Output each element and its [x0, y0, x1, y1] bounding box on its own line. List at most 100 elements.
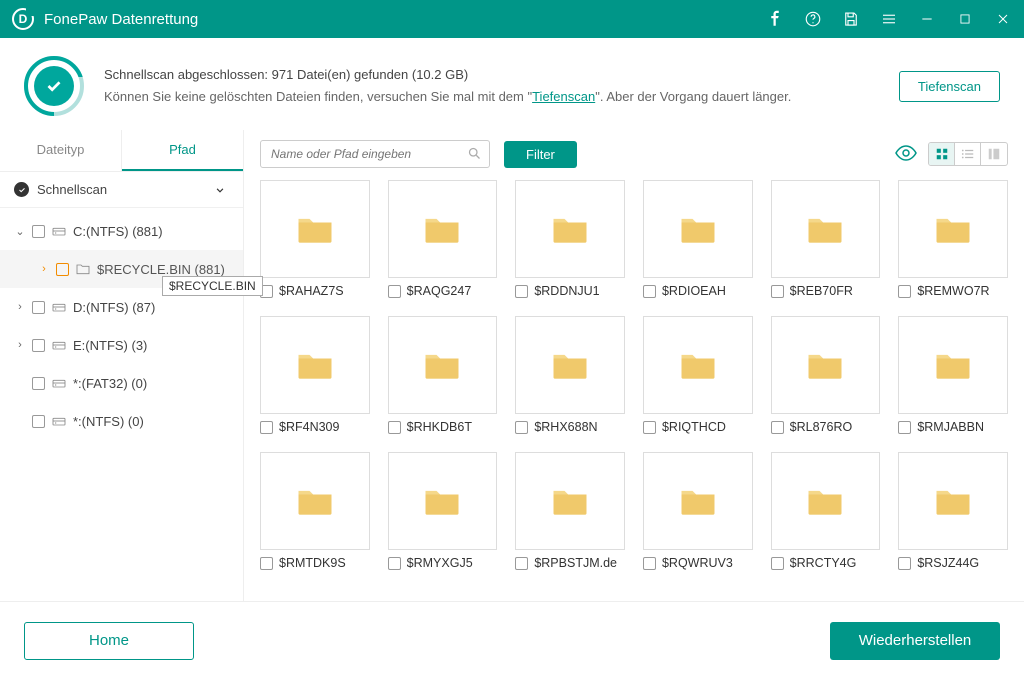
folder-icon	[803, 342, 847, 389]
file-card[interactable]: $RDDNJU1	[515, 180, 625, 298]
drive-icon	[51, 413, 67, 429]
thumbnail	[898, 316, 1008, 414]
file-card[interactable]: $RMTDK9S	[260, 452, 370, 570]
folder-icon	[931, 206, 975, 253]
scan-complete-icon	[24, 56, 84, 116]
view-grid-icon[interactable]	[929, 143, 955, 165]
checkbox[interactable]	[898, 421, 911, 434]
tree-label: *:(NTFS) (0)	[73, 414, 144, 429]
file-name: $RAQG247	[407, 284, 472, 298]
file-card[interactable]: $RF4N309	[260, 316, 370, 434]
folder-icon	[676, 206, 720, 253]
file-card[interactable]: $RL876RO	[771, 316, 881, 434]
file-card[interactable]: $RMYXGJ5	[388, 452, 498, 570]
file-card[interactable]: $RHKDB6T	[388, 316, 498, 434]
checkbox[interactable]	[260, 421, 273, 434]
folder-icon	[548, 206, 592, 253]
folder-icon	[803, 478, 847, 525]
view-list-icon[interactable]	[955, 143, 981, 165]
checkbox[interactable]	[32, 225, 45, 238]
close-icon[interactable]	[994, 10, 1012, 28]
file-card[interactable]: $RSJZ44G	[898, 452, 1008, 570]
chevron-down-icon	[213, 183, 227, 197]
folder-icon	[676, 478, 720, 525]
recover-button[interactable]: Wiederherstellen	[830, 622, 1000, 660]
tree-item[interactable]: *:(NTFS) (0)	[0, 402, 243, 440]
tree-item[interactable]: ›E:(NTFS) (3)	[0, 326, 243, 364]
file-card[interactable]: $RIQTHCD	[643, 316, 753, 434]
drive-icon	[51, 337, 67, 353]
checkbox[interactable]	[643, 285, 656, 298]
facebook-icon[interactable]	[766, 10, 784, 28]
checkbox[interactable]	[643, 421, 656, 434]
checkbox[interactable]	[515, 285, 528, 298]
checkbox[interactable]	[32, 339, 45, 352]
checkbox[interactable]	[260, 557, 273, 570]
folder-icon	[676, 342, 720, 389]
file-card[interactable]: $RDIOEAH	[643, 180, 753, 298]
titlebar: D FonePaw Datenrettung	[0, 0, 1024, 38]
search-input[interactable]	[260, 140, 490, 168]
minimize-icon[interactable]	[918, 10, 936, 28]
folder-icon	[293, 206, 337, 253]
checkbox[interactable]	[32, 415, 45, 428]
file-name: $RHKDB6T	[407, 420, 472, 434]
home-button[interactable]: Home	[24, 622, 194, 660]
maximize-icon[interactable]	[956, 10, 974, 28]
checkbox[interactable]	[515, 421, 528, 434]
checkbox[interactable]	[898, 557, 911, 570]
thumbnail	[771, 180, 881, 278]
thumbnail	[515, 180, 625, 278]
sidebar: Dateityp Pfad Schnellscan ⌄C:(NTFS) (881…	[0, 130, 244, 668]
tab-path[interactable]: Pfad	[122, 130, 243, 171]
file-card[interactable]: $RRCTY4G	[771, 452, 881, 570]
checkbox[interactable]	[32, 377, 45, 390]
tab-filetype[interactable]: Dateityp	[0, 130, 122, 171]
checkbox[interactable]	[643, 557, 656, 570]
tree-head-quickscan[interactable]: Schnellscan	[0, 172, 243, 208]
file-card[interactable]: $RPBSTJM.de	[515, 452, 625, 570]
chevron-right-icon[interactable]: ›	[14, 339, 26, 351]
checkbox[interactable]	[898, 285, 911, 298]
tree-item[interactable]: ›$RECYCLE.BIN (881)$RECYCLE.BIN	[0, 250, 243, 288]
file-card[interactable]: $RMJABBN	[898, 316, 1008, 434]
chevron-down-icon[interactable]: ⌄	[14, 225, 26, 238]
deepscan-link[interactable]: Tiefenscan	[532, 89, 595, 104]
view-detail-icon[interactable]	[981, 143, 1007, 165]
checkbox[interactable]	[388, 285, 401, 298]
file-name: $RAHAZ7S	[279, 284, 344, 298]
thumbnail	[388, 316, 498, 414]
file-card[interactable]: $RHX688N	[515, 316, 625, 434]
file-card[interactable]: $RAHAZ7S	[260, 180, 370, 298]
folder-icon	[293, 342, 337, 389]
deepscan-button[interactable]: Tiefenscan	[899, 71, 1000, 102]
checkbox[interactable]	[388, 421, 401, 434]
help-icon[interactable]	[804, 10, 822, 28]
tree-item[interactable]: *:(FAT32) (0)	[0, 364, 243, 402]
file-card[interactable]: $REB70FR	[771, 180, 881, 298]
file-card[interactable]: $REMWO7R	[898, 180, 1008, 298]
tree-item[interactable]: ⌄C:(NTFS) (881)	[0, 212, 243, 250]
search-icon[interactable]	[467, 146, 482, 164]
scan-summary: Schnellscan abgeschlossen: 971 Datei(en)…	[0, 38, 1024, 130]
checkbox[interactable]	[56, 263, 69, 276]
menu-icon[interactable]	[880, 10, 898, 28]
chevron-right-icon[interactable]: ›	[38, 263, 50, 275]
preview-icon[interactable]	[894, 141, 918, 168]
thumbnail	[388, 452, 498, 550]
thumbnail	[643, 180, 753, 278]
checkbox[interactable]	[388, 557, 401, 570]
thumbnail	[260, 452, 370, 550]
file-card[interactable]: $RAQG247	[388, 180, 498, 298]
thumbnail	[898, 452, 1008, 550]
checkbox[interactable]	[771, 285, 784, 298]
checkbox[interactable]	[771, 557, 784, 570]
checkbox[interactable]	[32, 301, 45, 314]
save-icon[interactable]	[842, 10, 860, 28]
chevron-right-icon[interactable]: ›	[14, 301, 26, 313]
checkbox[interactable]	[771, 421, 784, 434]
filter-button[interactable]: Filter	[504, 141, 577, 168]
checkbox[interactable]	[515, 557, 528, 570]
file-card[interactable]: $RQWRUV3	[643, 452, 753, 570]
file-name: $RIQTHCD	[662, 420, 726, 434]
